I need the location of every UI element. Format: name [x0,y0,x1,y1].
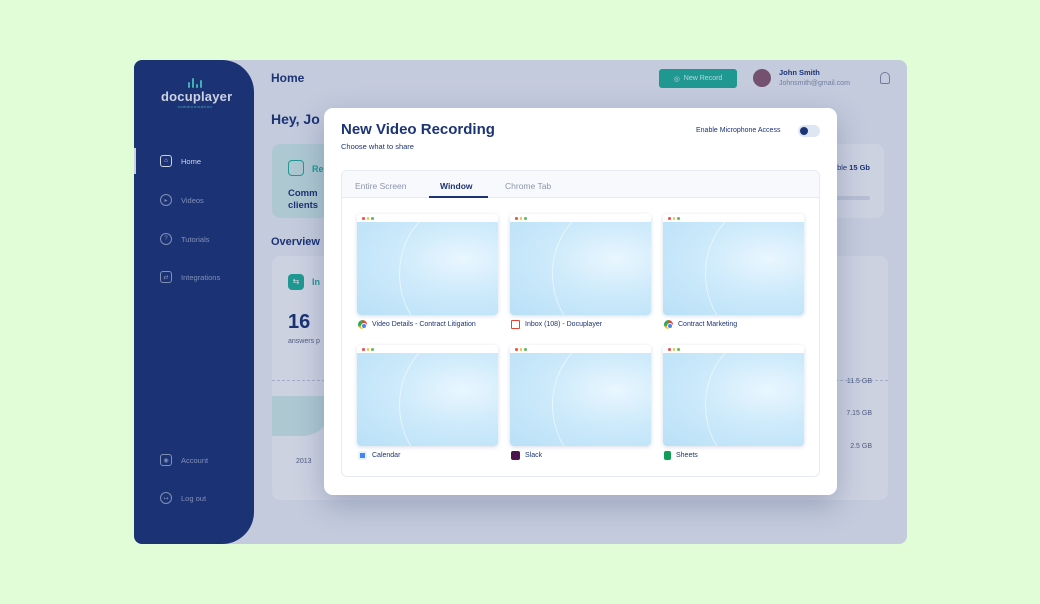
mic-label: Enable Microphone Access [696,127,781,134]
modal-title: New Video Recording [341,121,495,138]
tab-window[interactable]: Window [440,181,473,191]
tab-entire-screen[interactable]: Entire Screen [355,181,407,191]
window-label[interactable]: Calendar [358,451,400,460]
share-panel: Entire Screen Window Chrome Tab Video De… [341,170,820,477]
chrome-icon [358,320,367,329]
window-label[interactable]: Video Details - Contract Litigation [358,320,476,329]
window-thumbnail[interactable] [663,345,804,446]
window-thumbnail[interactable] [510,214,651,315]
window-label[interactable]: Inbox (108) - Docuplayer [511,320,602,329]
mic-toggle[interactable] [798,125,820,137]
new-recording-modal: New Video Recording Choose what to share… [324,108,837,495]
window-label[interactable]: Slack [511,451,542,460]
window-thumbnail[interactable] [663,214,804,315]
window-label[interactable]: Sheets [664,451,698,460]
window-thumbnail[interactable] [357,345,498,446]
chrome-icon [664,320,673,329]
tab-active-underline [429,196,488,198]
window-thumbnail[interactable] [357,214,498,315]
window-thumbnail[interactable] [510,345,651,446]
gmail-icon [511,320,520,329]
google-sheets-icon [664,451,671,460]
toggle-knob [800,127,808,135]
window-label[interactable]: Contract Marketing [664,320,737,329]
google-calendar-icon [358,451,367,460]
share-tabs: Entire Screen Window Chrome Tab [342,171,819,198]
slack-icon [511,451,520,460]
modal-subtitle: Choose what to share [341,142,414,151]
tab-chrome-tab[interactable]: Chrome Tab [505,181,551,191]
